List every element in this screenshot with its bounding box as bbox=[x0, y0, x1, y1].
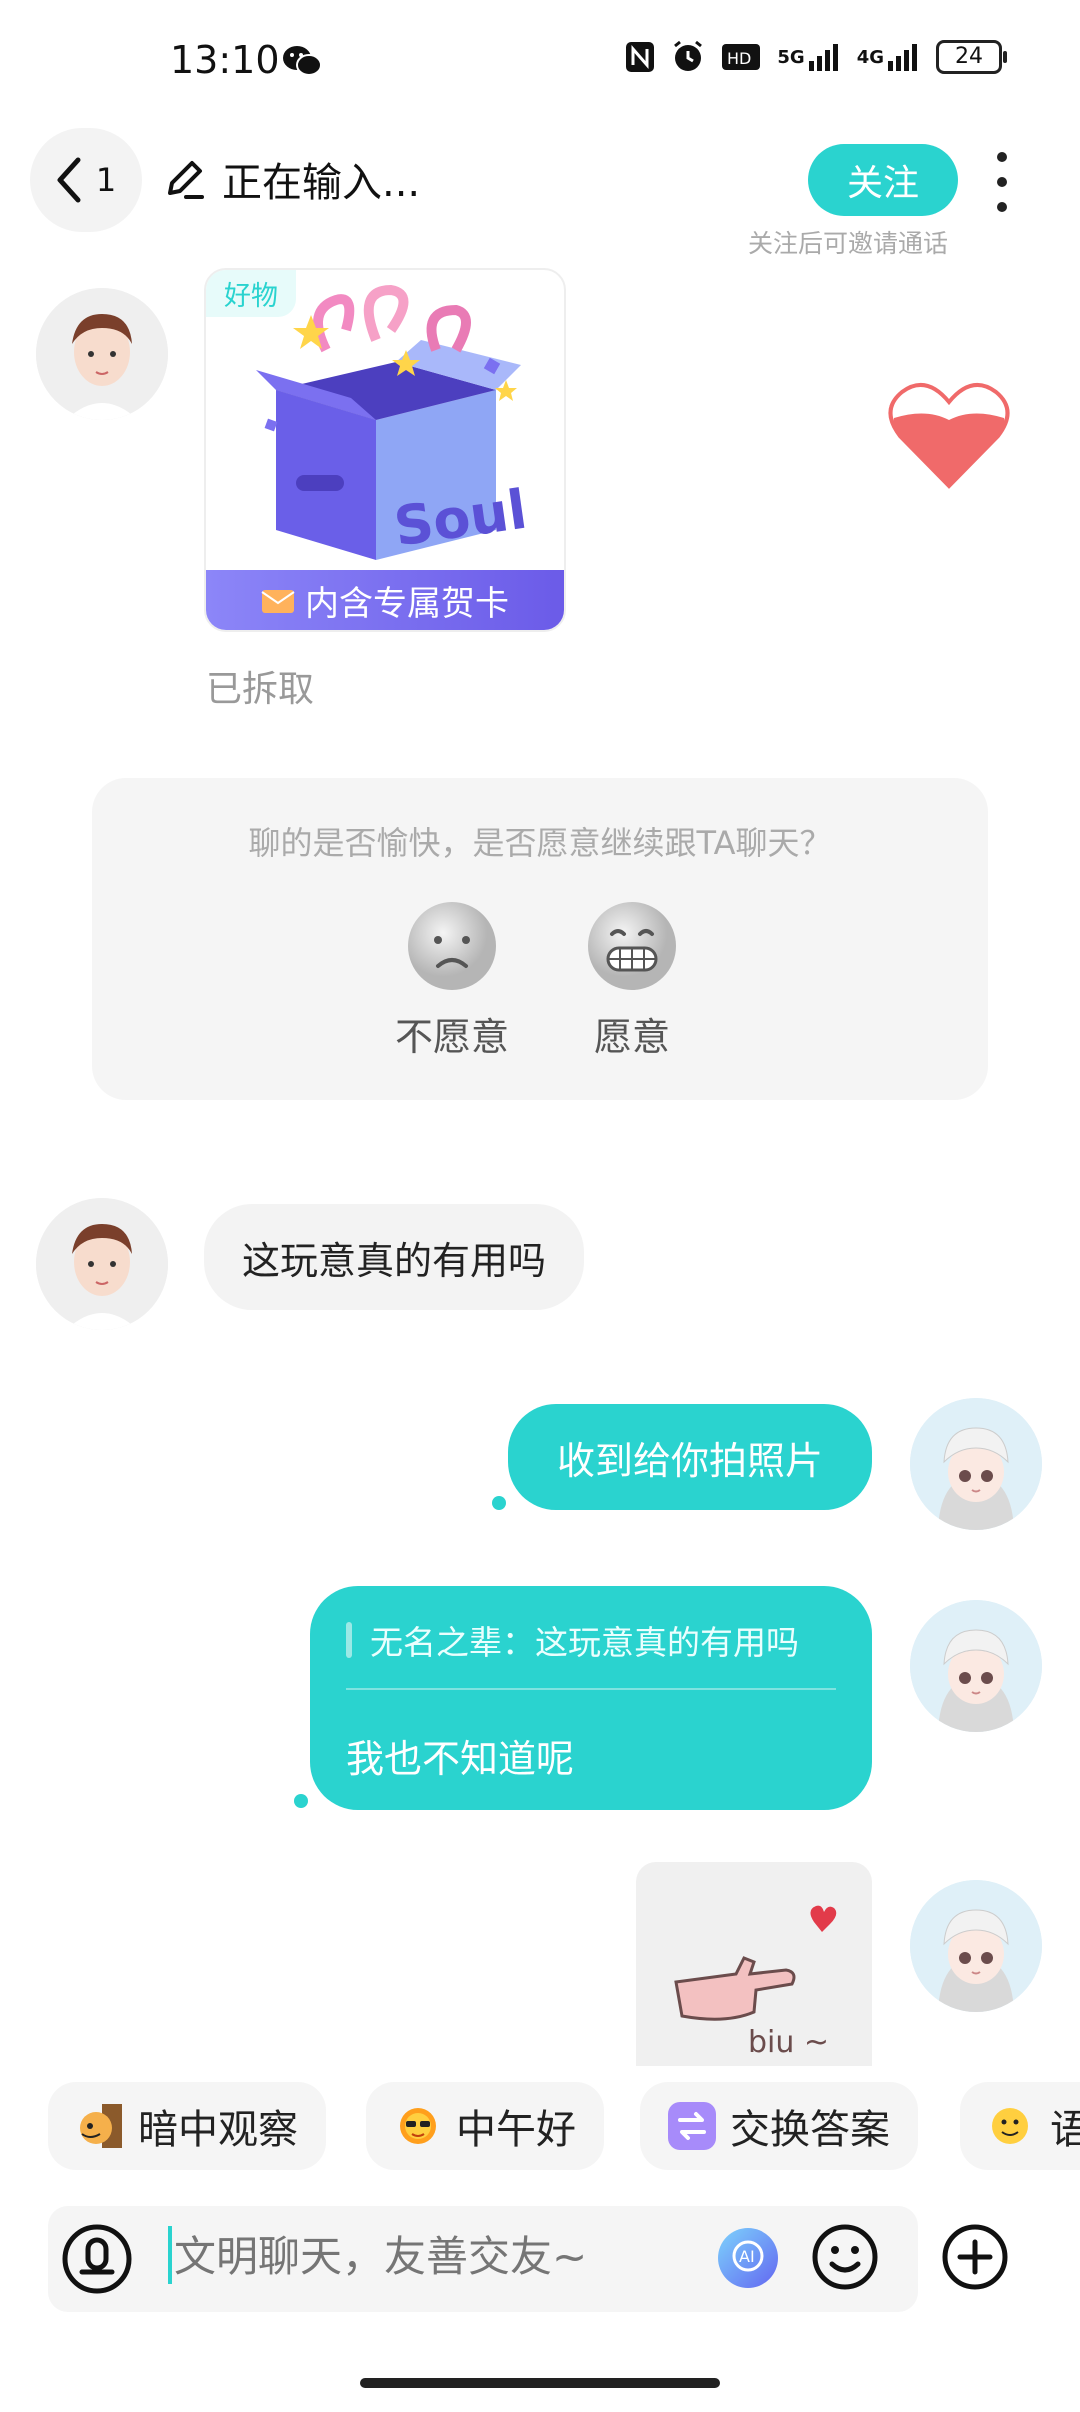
envelope-icon bbox=[261, 590, 295, 613]
alarm-icon bbox=[671, 40, 705, 74]
gift-card[interactable]: Soul 好物 内含专属贺卡 bbox=[204, 268, 566, 632]
read-dot bbox=[492, 1496, 506, 1510]
microphone-icon bbox=[62, 2224, 132, 2294]
gift-banner: 内含专属贺卡 bbox=[206, 570, 564, 630]
willing-label: 愿意 bbox=[593, 1015, 670, 1059]
ai-icon: AI bbox=[718, 2228, 778, 2288]
more-menu-icon[interactable] bbox=[992, 152, 1012, 212]
signal-5g-icon: 5G bbox=[777, 43, 840, 71]
read-dot bbox=[294, 1794, 308, 1808]
sad-face-icon bbox=[408, 902, 496, 990]
quoted-message: 无名之辈：这玩意真的有用吗 bbox=[346, 1616, 799, 1664]
hd-icon: HD bbox=[721, 43, 761, 71]
typing-indicator: 正在输入... bbox=[162, 150, 420, 208]
gift-tag: 好物 bbox=[206, 270, 296, 317]
quick-reply-chip[interactable]: 语 bbox=[960, 2082, 1080, 2170]
sun-icon bbox=[394, 2102, 442, 2150]
exchange-icon bbox=[668, 2102, 716, 2150]
quick-reply-label: 中午好 bbox=[456, 2107, 576, 2153]
plus-circle-icon bbox=[942, 2224, 1008, 2290]
gift-banner-text: 内含专属贺卡 bbox=[305, 583, 509, 624]
finger-gun-sticker: biu ~ bbox=[674, 1905, 837, 2060]
more-actions-button[interactable] bbox=[940, 2222, 1010, 2296]
grin-face-icon bbox=[588, 902, 676, 990]
chevron-left-icon bbox=[57, 157, 81, 203]
unread-count: 1 bbox=[95, 161, 117, 199]
message-input[interactable] bbox=[174, 2226, 704, 2286]
status-icons: HD 5G 4G 24 bbox=[625, 40, 1007, 74]
heart-icon[interactable] bbox=[886, 378, 1012, 498]
sticker-text: biu ~ bbox=[748, 2025, 829, 2060]
smiley-icon bbox=[812, 2224, 878, 2290]
back-button[interactable]: 1 bbox=[30, 128, 142, 232]
quick-reply-chip[interactable]: 暗中观察 bbox=[48, 2082, 326, 2170]
typing-status: 正在输入... bbox=[222, 160, 421, 206]
quick-reply-label: 暗中观察 bbox=[138, 2107, 298, 2153]
svg-text:AI: AI bbox=[739, 2247, 755, 2266]
message-text: 我也不知道呢 bbox=[346, 1737, 575, 1781]
text-cursor bbox=[168, 2226, 172, 2284]
unwilling-label: 不愿意 bbox=[394, 1015, 509, 1059]
quick-reply-label: 语 bbox=[1050, 2107, 1080, 2153]
nfc-icon bbox=[625, 41, 655, 73]
follow-hint: 关注后可邀请通话 bbox=[748, 229, 949, 258]
emoji-button[interactable] bbox=[810, 2222, 880, 2296]
partner-avatar[interactable] bbox=[36, 1198, 168, 1330]
quote-divider bbox=[346, 1688, 836, 1690]
signal-4g-icon: 4G bbox=[857, 43, 920, 71]
message-bubble-outgoing[interactable]: 收到给你拍照片 bbox=[508, 1404, 872, 1510]
battery-icon: 24 bbox=[936, 40, 1007, 74]
pencil-icon bbox=[168, 161, 204, 199]
message-bubble-incoming[interactable]: 这玩意真的有用吗 bbox=[204, 1204, 585, 1310]
ai-assistant-button[interactable]: AI bbox=[716, 2226, 780, 2294]
follow-button[interactable]: 关注 bbox=[808, 144, 958, 216]
peek-dog-icon bbox=[76, 2102, 124, 2150]
my-avatar[interactable] bbox=[910, 1880, 1042, 2012]
quick-reply-chip[interactable]: 中午好 bbox=[366, 2082, 604, 2170]
message-text: 收到给你拍照片 bbox=[556, 1438, 823, 1483]
smile-emoji-icon bbox=[988, 2102, 1036, 2150]
feedback-question: 聊的是否愉快，是否愿意继续跟TA聊天？ bbox=[248, 824, 832, 862]
message-text: 这玩意真的有用吗 bbox=[242, 1238, 547, 1283]
status-time: 13:10 bbox=[170, 38, 280, 82]
unwilling-option[interactable]: 不愿意 bbox=[362, 900, 542, 1061]
my-avatar[interactable] bbox=[910, 1600, 1042, 1732]
quick-reply-chip[interactable]: 交换答案 bbox=[640, 2082, 918, 2170]
gift-status: 已拆取 bbox=[206, 669, 315, 710]
chat-feedback-card: 聊的是否愉快，是否愿意继续跟TA聊天？ 不愿意 愿意 bbox=[92, 778, 988, 1100]
message-bubble-outgoing-quote[interactable]: 无名之辈：这玩意真的有用吗 我也不知道呢 bbox=[310, 1586, 872, 1810]
voice-button[interactable] bbox=[60, 2222, 134, 2300]
svg-text:HD: HD bbox=[727, 49, 751, 68]
quoted-text: 无名之辈：这玩意真的有用吗 bbox=[370, 1623, 799, 1662]
quick-reply-label: 交换答案 bbox=[730, 2107, 890, 2153]
quote-bar bbox=[346, 1622, 352, 1658]
home-indicator[interactable] bbox=[360, 2378, 720, 2388]
wechat-icon bbox=[282, 44, 322, 82]
willing-option[interactable]: 愿意 bbox=[562, 900, 702, 1061]
my-avatar[interactable] bbox=[910, 1398, 1042, 1530]
partner-avatar[interactable] bbox=[36, 288, 168, 420]
sticker-message[interactable]: biu ~ bbox=[636, 1862, 872, 2066]
